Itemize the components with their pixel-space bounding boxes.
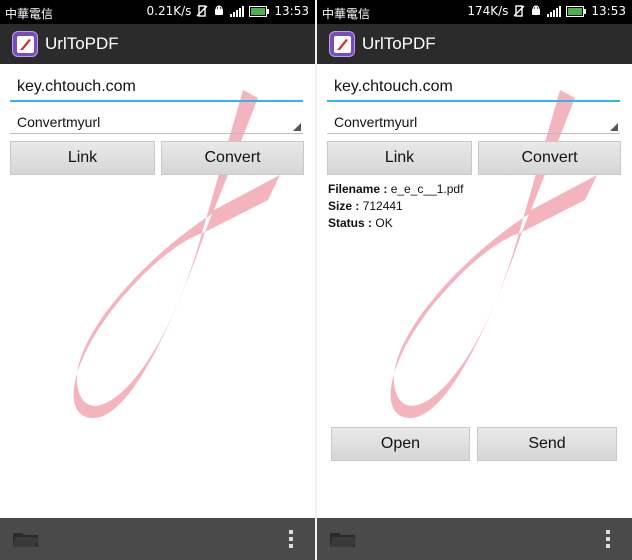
network-speed: 0.21K/s [146, 4, 192, 18]
vibrate-off-icon [196, 5, 208, 17]
send-button[interactable]: Send [477, 427, 617, 461]
app-title: UrlToPDF [362, 34, 436, 53]
status-bar: 中華電信 174K/s 13:53 [317, 0, 632, 24]
signal-icon [230, 6, 245, 17]
converter-spinner[interactable]: Convertmyurl [10, 110, 303, 134]
app-title: UrlToPDF [45, 34, 119, 53]
dropdown-arrow-icon [293, 123, 301, 131]
url-input[interactable] [10, 74, 303, 102]
overflow-menu-icon[interactable] [606, 530, 610, 551]
signal-icon [547, 6, 562, 17]
filename-value: e_e_c__1.pdf [390, 182, 464, 196]
dropdown-arrow-icon [610, 123, 618, 131]
status-label: Status : [328, 216, 373, 230]
filename-label: Filename : [328, 182, 388, 196]
convert-button[interactable]: Convert [478, 141, 621, 175]
app-icon[interactable] [12, 31, 38, 57]
size-row: Size : 712441 [328, 199, 403, 213]
status-value: OK [375, 216, 393, 230]
android-icon [215, 5, 224, 15]
bottom-bar [317, 518, 632, 560]
link-button[interactable]: Link [327, 141, 472, 175]
app-icon[interactable] [329, 31, 355, 57]
vibrate-off-icon [513, 5, 525, 17]
carrier-label: 中華電信 [322, 7, 371, 21]
size-value: 712441 [362, 199, 403, 213]
overflow-menu-icon[interactable] [289, 530, 293, 551]
converter-spinner[interactable]: Convertmyurl [327, 110, 620, 134]
battery-icon [566, 5, 587, 17]
status-bar: 中華電信 0.21K/s 13:53 [0, 0, 315, 24]
spinner-value: Convertmyurl [17, 114, 101, 130]
clock: 13:53 [274, 4, 309, 18]
battery-icon [249, 5, 270, 17]
bottom-bar [0, 518, 315, 560]
action-bar: UrlToPDF [0, 24, 315, 64]
action-bar: UrlToPDF [317, 24, 632, 64]
status-row: Status : OK [328, 216, 393, 230]
folder-icon[interactable] [12, 530, 40, 548]
size-label: Size : [328, 199, 360, 213]
phone-screen-left: 中華電信 0.21K/s 13:53 UrlToPDF Convertmyurl… [0, 0, 315, 560]
network-speed: 174K/s [467, 4, 509, 18]
convert-button[interactable]: Convert [161, 141, 304, 175]
clock: 13:53 [591, 4, 626, 18]
folder-icon[interactable] [329, 530, 357, 548]
url-input[interactable] [327, 74, 620, 102]
open-button[interactable]: Open [331, 427, 470, 461]
link-button[interactable]: Link [10, 141, 155, 175]
filename-row: Filename : e_e_c__1.pdf [328, 182, 463, 196]
phone-screen-right: 中華電信 174K/s 13:53 UrlToPDF Convertmyurl … [317, 0, 632, 560]
screenshot-pair: 中華電信 0.21K/s 13:53 UrlToPDF Convertmyurl… [0, 0, 632, 560]
android-icon [532, 5, 541, 15]
carrier-label: 中華電信 [5, 7, 54, 21]
spinner-value: Convertmyurl [334, 114, 418, 130]
